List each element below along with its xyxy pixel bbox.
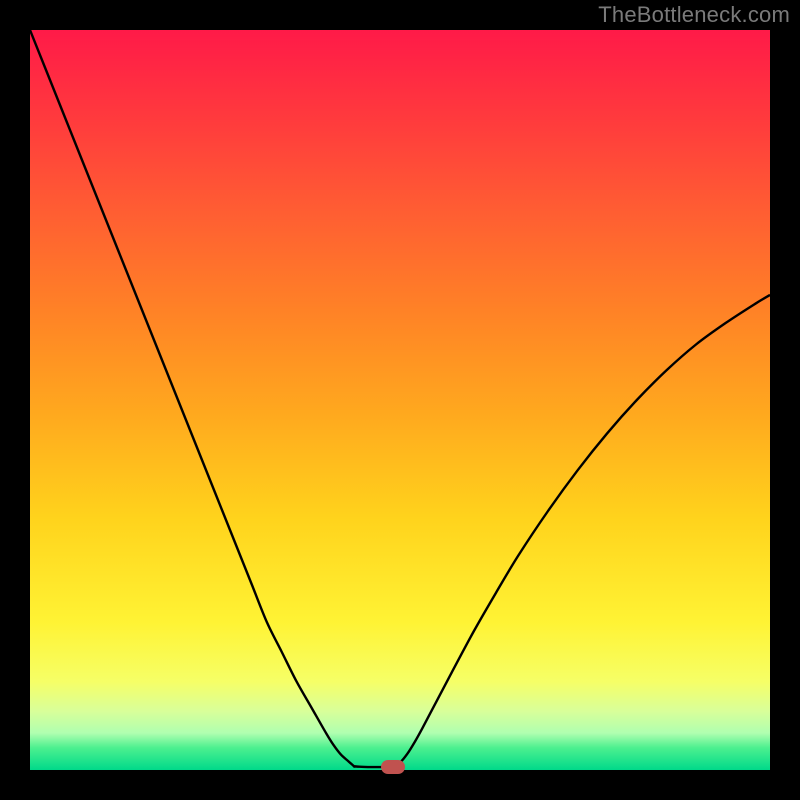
plot-area xyxy=(30,30,770,770)
chart-frame: TheBottleneck.com xyxy=(0,0,800,800)
curve-svg xyxy=(30,30,770,770)
bottleneck-curve xyxy=(30,30,770,767)
watermark-text: TheBottleneck.com xyxy=(598,2,790,28)
marker-dot xyxy=(381,760,405,774)
